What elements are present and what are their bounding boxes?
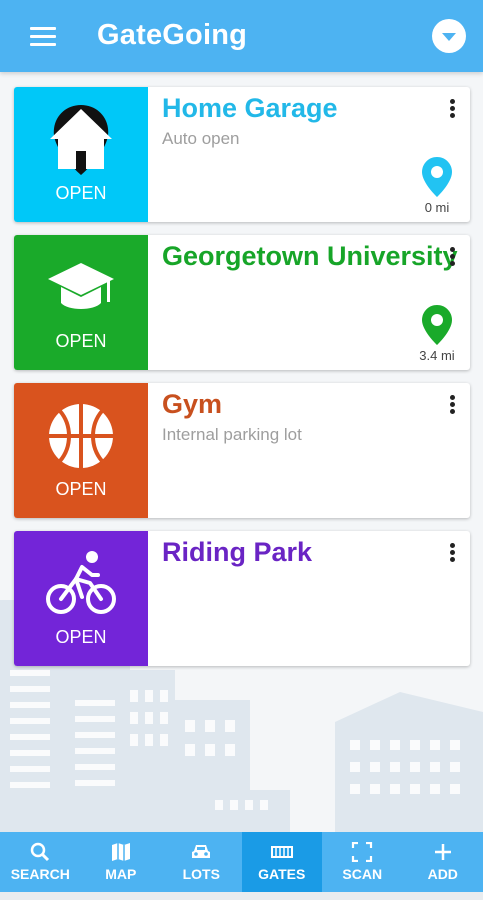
graduation-cap-icon — [48, 263, 114, 309]
scan-icon — [352, 842, 373, 862]
gate-name: Home Garage — [162, 93, 338, 123]
nav-map[interactable]: MAP — [81, 832, 162, 892]
account-dropdown-button[interactable] — [432, 19, 466, 53]
distance-indicator: 0 mi — [412, 157, 462, 215]
gate-card-riding-park[interactable]: OPEN Riding Park — [14, 531, 470, 666]
gate-subtitle: Internal parking lot — [162, 425, 302, 444]
gate-card-georgetown-university[interactable]: OPEN Georgetown University 3.4 mi — [14, 235, 470, 370]
app-title: GateGoing — [97, 19, 248, 51]
open-label: OPEN — [55, 183, 107, 203]
nav-label: ADD — [427, 866, 458, 882]
nav-label: MAP — [105, 866, 137, 882]
distance-label: 0 mi — [424, 200, 450, 215]
search-icon — [31, 842, 50, 862]
open-label: OPEN — [55, 479, 107, 499]
menu-button[interactable] — [22, 22, 62, 50]
more-options-button[interactable] — [440, 245, 464, 275]
nav-search[interactable]: SEARCH — [0, 832, 81, 892]
bottom-navigation: SEARCH MAP LOTS GATES SCAN ADD — [0, 832, 483, 892]
open-label: OPEN — [55, 627, 107, 647]
nav-gates[interactable]: GATES — [241, 832, 322, 892]
nav-label: SEARCH — [10, 866, 70, 882]
app-bar: GateGoing — [0, 0, 483, 72]
location-pin-icon — [422, 157, 452, 197]
gate-name: Riding Park — [162, 537, 313, 567]
nav-lots[interactable]: LOTS — [161, 832, 242, 892]
nav-label: GATES — [258, 866, 306, 882]
open-gate-button[interactable]: OPEN — [14, 87, 148, 222]
plus-icon — [434, 844, 451, 860]
nav-label: LOTS — [182, 866, 220, 882]
gate-name: Gym — [162, 389, 223, 419]
nav-add[interactable]: ADD — [403, 832, 483, 892]
gate-card-home-garage[interactable]: OPEN Home Garage Auto open 0 mi — [14, 87, 470, 222]
open-gate-button[interactable]: OPEN — [14, 235, 148, 370]
open-gate-button[interactable]: OPEN — [14, 531, 148, 666]
hamburger-icon — [30, 27, 56, 30]
map-icon — [111, 843, 130, 861]
more-options-button[interactable] — [440, 97, 464, 127]
basketball-icon — [49, 404, 113, 468]
open-label: OPEN — [55, 331, 107, 351]
open-gate-button[interactable]: OPEN — [14, 383, 148, 518]
system-bar-edge — [0, 892, 483, 900]
nav-label: SCAN — [342, 866, 383, 882]
distance-indicator: 3.4 mi — [412, 305, 462, 363]
car-icon — [192, 845, 211, 858]
location-pin-icon — [422, 305, 452, 345]
gate-name: Georgetown University — [162, 241, 458, 271]
gate-card-gym[interactable]: OPEN Gym Internal parking lot — [14, 383, 470, 518]
bicycle-icon — [46, 551, 116, 614]
gate-icon — [270, 846, 293, 858]
nav-scan[interactable]: SCAN — [322, 832, 403, 892]
more-options-button[interactable] — [440, 393, 464, 423]
gate-subtitle: Auto open — [162, 129, 240, 148]
distance-label: 3.4 mi — [419, 348, 455, 363]
more-options-button[interactable] — [440, 541, 464, 571]
house-icon — [50, 109, 112, 169]
